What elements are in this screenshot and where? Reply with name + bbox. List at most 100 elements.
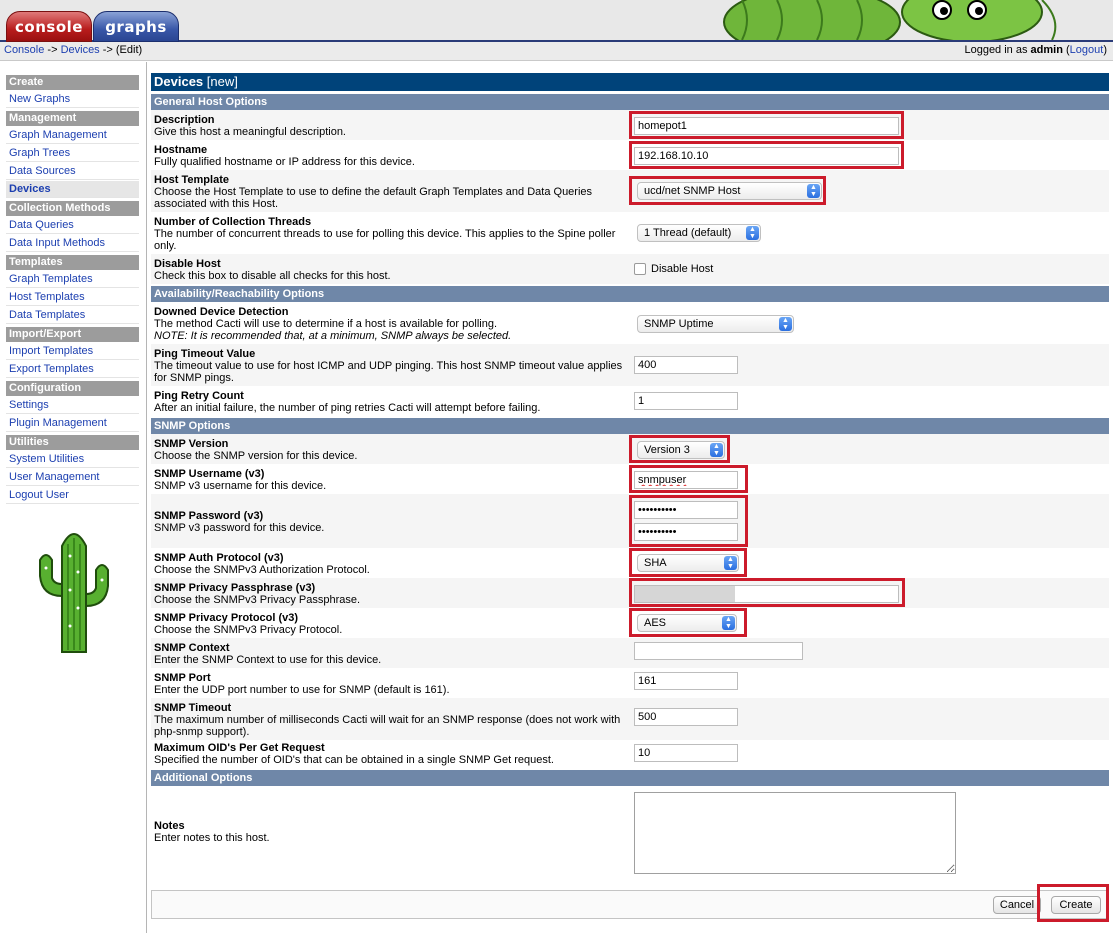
login-info: Logged in as admin (Logout) (964, 44, 1107, 56)
breadcrumb-bar: Console -> Devices -> (Edit) Logged in a… (0, 42, 1113, 61)
sidebar-item-data-queries[interactable]: Data Queries (6, 217, 139, 234)
sidebar-item-new-graphs[interactable]: New Graphs (6, 91, 139, 108)
sidebar-item-import-templates[interactable]: Import Templates (6, 343, 139, 360)
login-prefix: Logged in as (964, 44, 1031, 56)
sidebar-head-import-export: Import/Export (6, 327, 139, 342)
sidebar-head-collection-methods: Collection Methods (6, 201, 139, 216)
label-snmp-version: SNMP Version (154, 438, 229, 450)
note-downed-detection: NOTE: It is recommended that, at a minim… (154, 330, 512, 342)
label-snmp-context: SNMP Context (154, 642, 230, 654)
disable-host-checkbox-label: Disable Host (651, 263, 714, 275)
label-snmp-priv-pass: SNMP Privacy Passphrase (v3) (154, 582, 316, 594)
highlight-box (629, 111, 904, 139)
sidebar-head-configuration: Configuration (6, 381, 139, 396)
row-ping-timeout: Ping Timeout Value The timeout value to u… (151, 344, 1109, 386)
sidebar-item-host-templates[interactable]: Host Templates (6, 289, 139, 306)
breadcrumb-sep: -> (99, 44, 116, 56)
sidebar-item-data-sources[interactable]: Data Sources (6, 163, 139, 180)
sidebar: Create New Graphs Management Graph Manag… (0, 62, 147, 933)
desc-snmp-priv-proto: Choose the SNMPv3 Privacy Protocol. (154, 624, 343, 636)
disable-host-checkbox[interactable]: Disable Host (634, 263, 714, 276)
snmp-port-input[interactable] (634, 672, 738, 690)
label-hostname: Hostname (154, 144, 208, 156)
login-close-paren: ) (1103, 44, 1107, 56)
sidebar-head-management: Management (6, 111, 139, 126)
row-notes: Notes Enter notes to this host. (151, 786, 1109, 878)
desc-host-template: Choose the Host Template to use to defin… (154, 186, 593, 210)
threads-select[interactable]: 1 Thread (default) ▲ ▼ (637, 224, 761, 242)
label-snmp-priv-proto: SNMP Privacy Protocol (v3) (154, 612, 299, 624)
tab-graphs[interactable]: graphs (93, 11, 179, 42)
label-snmp-port: SNMP Port (154, 672, 211, 684)
highlight-box (629, 578, 905, 607)
breadcrumb-sep: -> (44, 44, 61, 56)
highlight-box (629, 465, 748, 493)
label-description: Description (154, 114, 215, 126)
notes-textarea[interactable] (634, 792, 956, 874)
snmp-timeout-input[interactable] (634, 708, 738, 726)
row-threads: Number of Collection Threads The number o… (151, 212, 1109, 254)
sidebar-item-system-utilities[interactable]: System Utilities (6, 451, 139, 468)
breadcrumb-edit: (Edit) (115, 44, 143, 56)
sidebar-item-graph-trees[interactable]: Graph Trees (6, 145, 139, 162)
breadcrumb-devices[interactable]: Devices (61, 44, 100, 56)
downed-detection-select[interactable]: SNMP Uptime ▲ ▼ (637, 315, 794, 333)
desc-snmp-username: SNMP v3 username for this device. (154, 480, 327, 492)
label-threads: Number of Collection Threads (154, 216, 312, 228)
highlight-box (629, 141, 904, 169)
label-snmp-password: SNMP Password (v3) (154, 510, 264, 522)
sidebar-item-plugin-management[interactable]: Plugin Management (6, 415, 139, 432)
label-host-template: Host Template (154, 174, 229, 186)
desc-max-oids: Specified the number of OID's that can b… (154, 754, 554, 766)
form-title-suffix: [new] (206, 74, 238, 89)
desc-ping-retry: After an initial failure, the number of … (154, 402, 541, 414)
snmp-context-input[interactable] (634, 642, 803, 660)
form-button-bar: Cancel Create (151, 890, 1109, 919)
row-max-oids: Maximum OID's Per Get Request Specified t… (151, 740, 1109, 770)
desc-disable-host: Check this box to disable all checks for… (154, 270, 391, 282)
breadcrumb: Console -> Devices -> (Edit) (4, 44, 142, 56)
sidebar-item-data-input-methods[interactable]: Data Input Methods (6, 235, 139, 252)
desc-threads: The number of concurrent threads to use … (154, 228, 616, 252)
desc-snmp-password: SNMP v3 password for this device. (154, 522, 325, 534)
highlight-box (629, 608, 747, 637)
sidebar-head-create: Create (6, 75, 139, 90)
desc-snmp-priv-pass: Choose the SNMPv3 Privacy Passphrase. (154, 594, 361, 606)
sidebar-item-devices[interactable]: Devices (6, 181, 139, 198)
downed-detection-value: SNMP Uptime (644, 318, 714, 330)
highlight-box (629, 548, 747, 577)
desc-ping-timeout: The timeout value to use for host ICMP a… (154, 360, 623, 384)
breadcrumb-console[interactable]: Console (4, 44, 44, 56)
desc-snmp-context: Enter the SNMP Context to use for this d… (154, 654, 382, 666)
label-max-oids: Maximum OID's Per Get Request (154, 742, 325, 754)
ping-timeout-input[interactable] (634, 356, 738, 374)
sidebar-item-graph-templates[interactable]: Graph Templates (6, 271, 139, 288)
ping-retry-input[interactable] (634, 392, 738, 410)
desc-hostname: Fully qualified hostname or IP address f… (154, 156, 415, 168)
highlight-box (629, 176, 826, 205)
section-snmp: SNMP Options (151, 418, 1109, 434)
sidebar-item-user-management[interactable]: User Management (6, 469, 139, 486)
sidebar-item-export-templates[interactable]: Export Templates (6, 361, 139, 378)
cactus-banner-logo (722, 0, 1113, 40)
logout-link[interactable]: Logout (1070, 44, 1104, 56)
form-title: Devices [new] (151, 73, 1109, 91)
sidebar-item-settings[interactable]: Settings (6, 397, 139, 414)
row-downed-detection: Downed Device Detection The method Cacti … (151, 302, 1109, 344)
label-snmp-auth: SNMP Auth Protocol (v3) (154, 552, 284, 564)
select-arrows-icon: ▲ ▼ (779, 317, 792, 331)
label-ping-timeout: Ping Timeout Value (154, 348, 256, 360)
threads-value: 1 Thread (default) (644, 227, 732, 239)
label-snmp-timeout: SNMP Timeout (154, 702, 232, 714)
tab-console[interactable]: console (6, 11, 92, 42)
sidebar-item-data-templates[interactable]: Data Templates (6, 307, 139, 324)
desc-snmp-timeout: The maximum number of milliseconds Cacti… (154, 714, 621, 738)
cancel-button[interactable]: Cancel (993, 896, 1041, 914)
sidebar-item-graph-management[interactable]: Graph Management (6, 127, 139, 144)
checkbox-box[interactable] (634, 263, 646, 276)
sidebar-head-templates: Templates (6, 255, 139, 270)
label-ping-retry: Ping Retry Count (154, 390, 244, 402)
desc-snmp-auth: Choose the SNMPv3 Authorization Protocol… (154, 564, 370, 576)
sidebar-item-logout-user[interactable]: Logout User (6, 487, 139, 504)
max-oids-input[interactable] (634, 744, 738, 762)
